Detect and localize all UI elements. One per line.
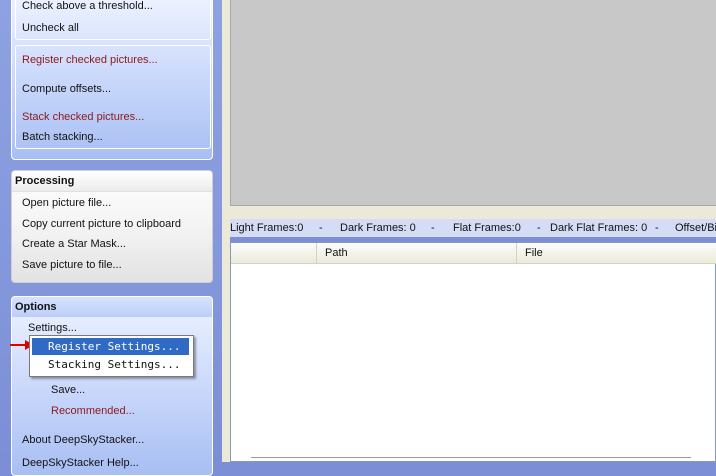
separator: - xyxy=(319,222,323,234)
horizontal-scrollbar[interactable] xyxy=(251,457,691,461)
stacking-settings-menu-item[interactable]: Stacking Settings... xyxy=(32,356,189,373)
column-header-check[interactable] xyxy=(231,243,317,263)
picture-file-list[interactable]: Path File xyxy=(230,242,716,462)
check-above-threshold-link[interactable]: Check above a threshold... xyxy=(22,0,153,12)
settings-dropdown-menu: Register Settings... Stacking Settings..… xyxy=(29,335,194,377)
batch-stacking-link[interactable]: Batch stacking... xyxy=(22,131,103,143)
save-settings-link[interactable]: Save... xyxy=(51,384,85,396)
offset-bias-frames-count: Offset/Bias Frames: 0 xyxy=(675,222,716,234)
register-settings-menu-item[interactable]: Register Settings... xyxy=(32,338,189,355)
column-header-file[interactable]: File xyxy=(517,243,716,263)
separator: - xyxy=(537,222,541,234)
processing-panel-title: Processing xyxy=(12,171,212,192)
options-panel-title: Options xyxy=(12,297,212,317)
pane-splitter[interactable] xyxy=(222,0,230,462)
stack-checked-pictures-link[interactable]: Stack checked pictures... xyxy=(22,111,144,123)
uncheck-all-link[interactable]: Uncheck all xyxy=(22,22,79,34)
dark-flat-frames-count: Dark Flat Frames: 0 xyxy=(550,222,648,234)
register-checked-pictures-link[interactable]: Register checked pictures... xyxy=(22,54,158,66)
left-task-pane: Check above a threshold... Uncheck all R… xyxy=(0,0,222,476)
compute-offsets-link[interactable]: Compute offsets... xyxy=(22,83,111,95)
file-list-header: Path File xyxy=(231,243,716,264)
save-picture-to-file-link[interactable]: Save picture to file... xyxy=(22,259,122,271)
register-panel: Check above a threshold... Uncheck all R… xyxy=(11,0,213,160)
separator: - xyxy=(655,222,659,234)
processing-panel: Processing Open picture file... Copy cur… xyxy=(11,170,213,283)
recommended-settings-link[interactable]: Recommended... xyxy=(51,405,135,417)
about-link[interactable]: About DeepSkyStacker... xyxy=(22,434,144,446)
dark-frames-count: Dark Frames: 0 xyxy=(340,222,416,234)
separator: - xyxy=(431,222,435,234)
light-frames-count: Light Frames:0 xyxy=(230,222,304,234)
column-header-path[interactable]: Path xyxy=(317,243,517,263)
settings-link[interactable]: Settings... xyxy=(28,322,77,334)
picture-preview-area[interactable] xyxy=(230,0,716,206)
open-picture-file-link[interactable]: Open picture file... xyxy=(22,197,111,209)
splitter-bar[interactable] xyxy=(230,206,716,219)
options-panel: Options Settings... Save... Recommended.… xyxy=(11,296,213,476)
frame-counts-bar: Light Frames:0 - Dark Frames: 0 - Flat F… xyxy=(230,219,716,237)
copy-picture-clipboard-link[interactable]: Copy current picture to clipboard xyxy=(22,218,181,230)
flat-frames-count: Flat Frames:0 xyxy=(453,222,521,234)
create-star-mask-link[interactable]: Create a Star Mask... xyxy=(22,238,126,250)
help-link[interactable]: DeepSkyStacker Help... xyxy=(22,457,139,469)
